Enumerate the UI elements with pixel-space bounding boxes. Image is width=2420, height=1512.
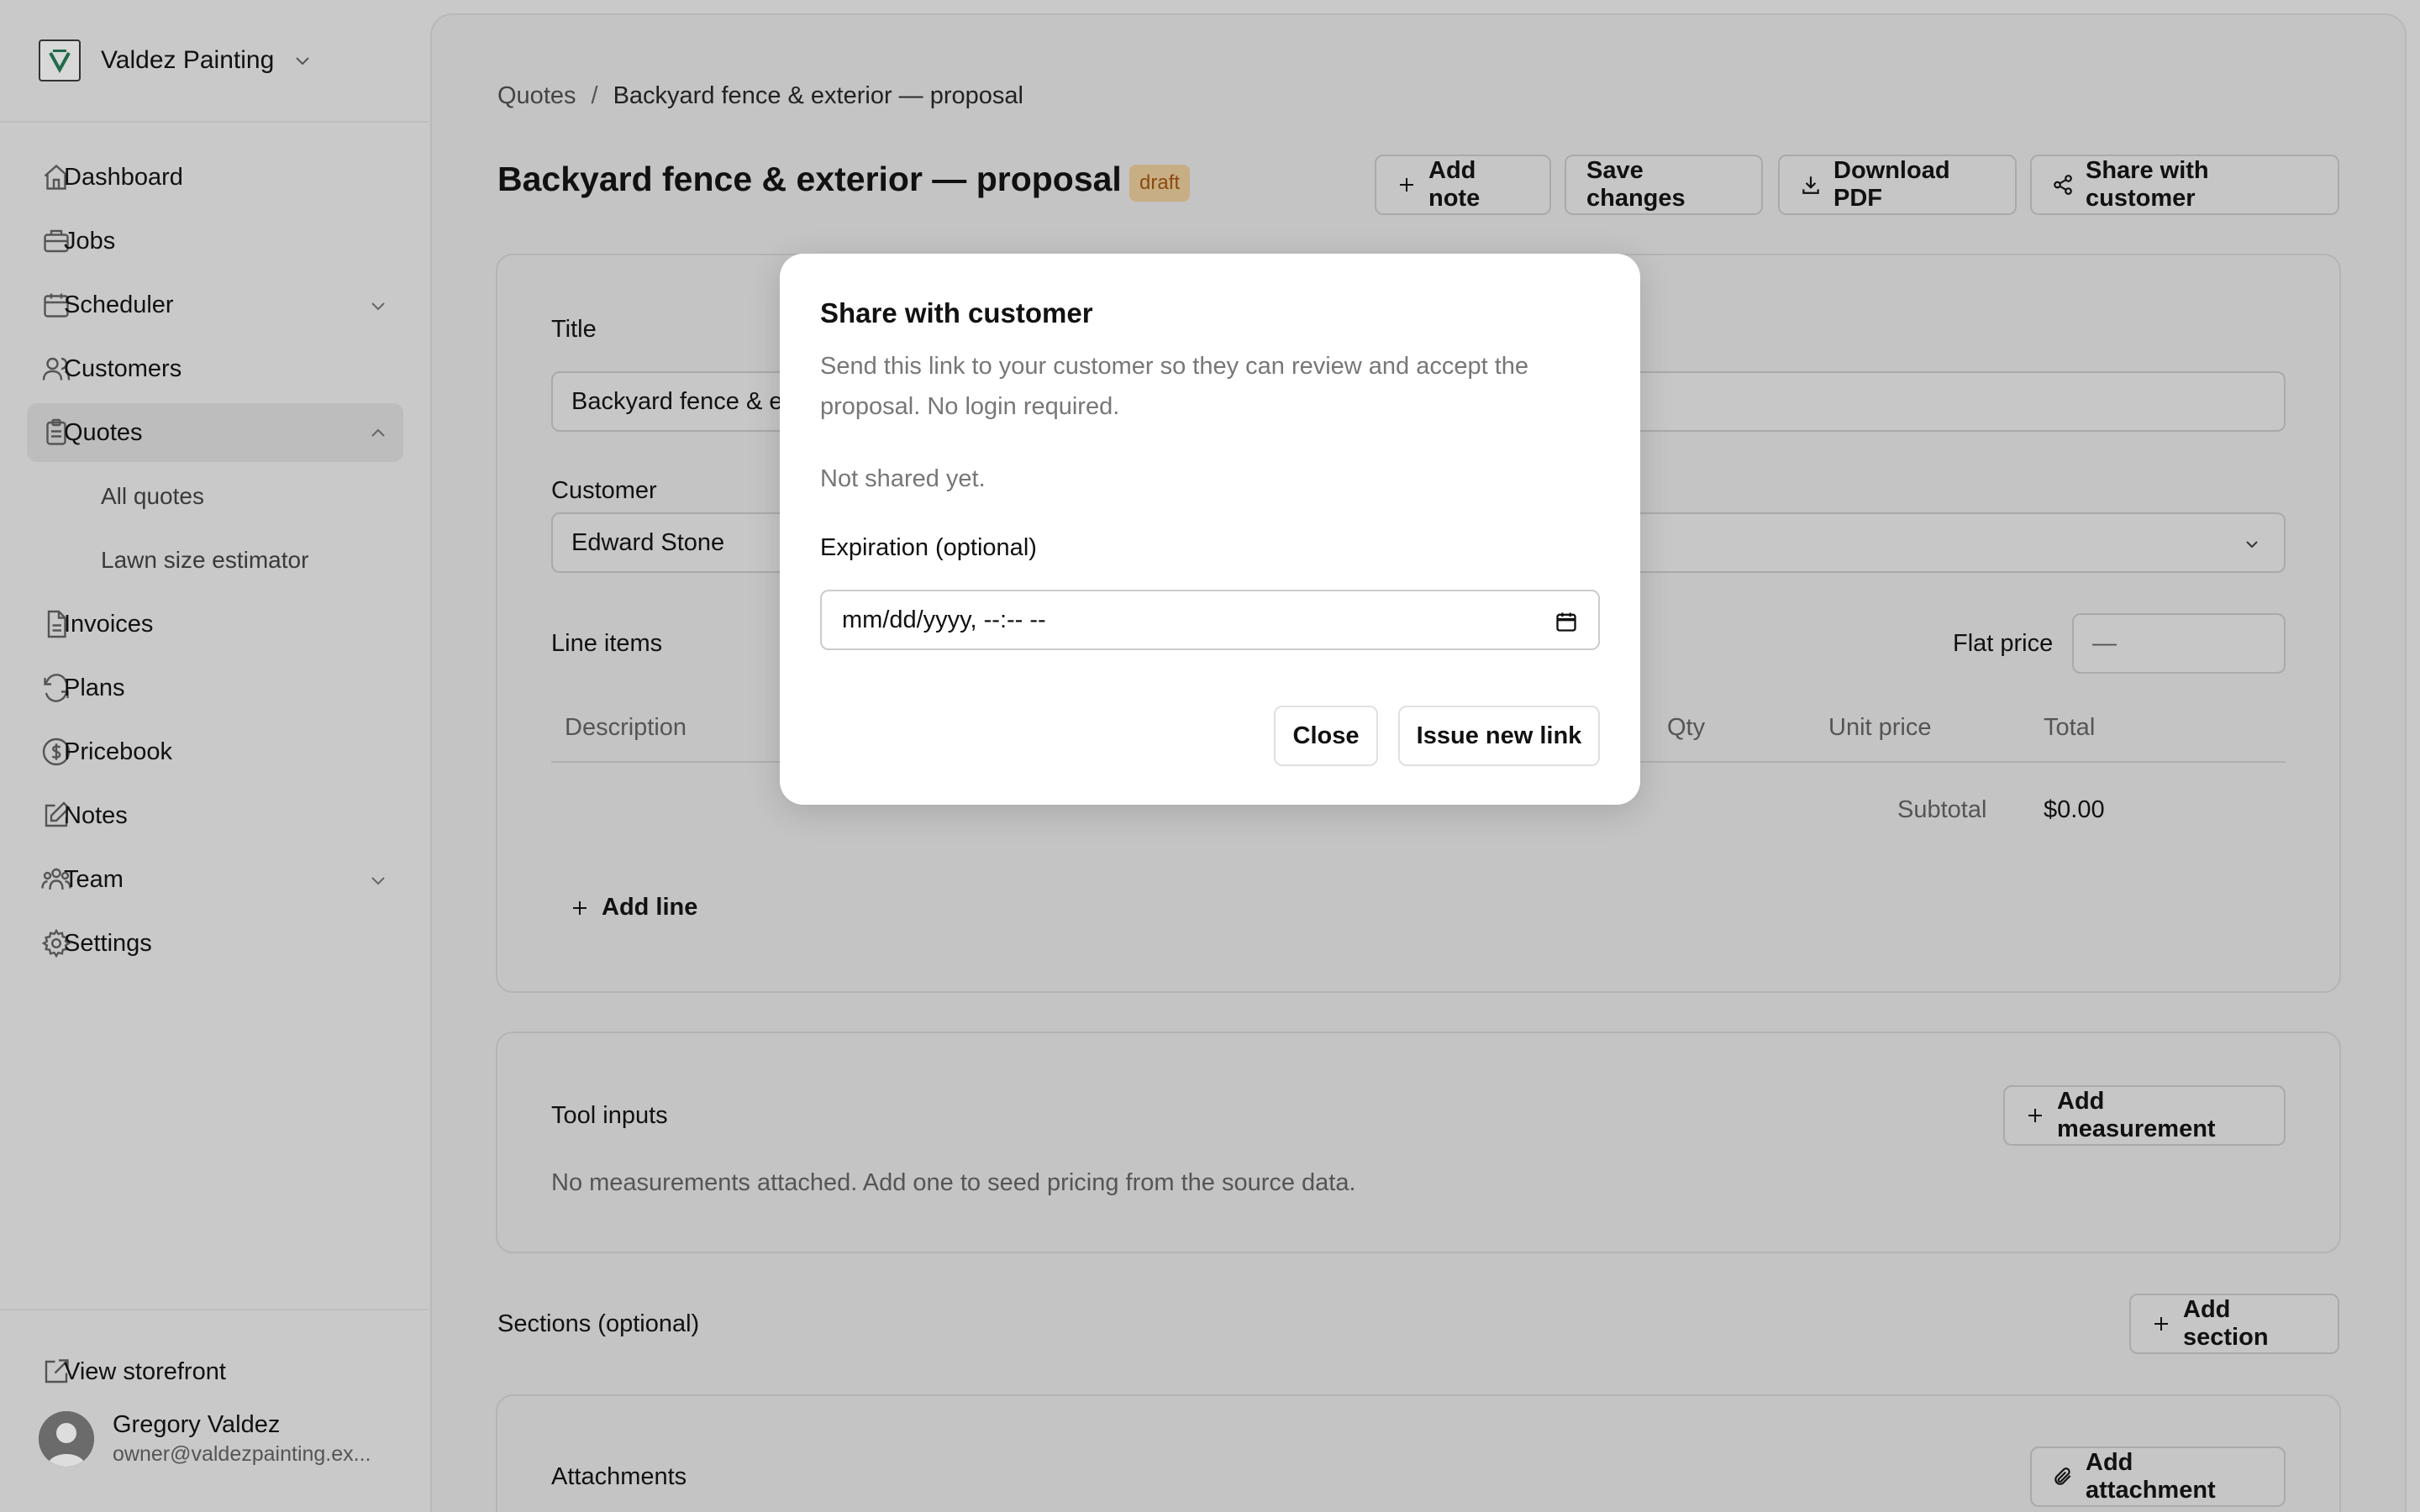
issue-new-link-button[interactable]: Issue new link	[1398, 706, 1600, 766]
expiration-datetime-input[interactable]: mm/dd/yyyy, --:-- --	[820, 590, 1600, 650]
share-dialog: Share with customer Send this link to yo…	[780, 254, 1640, 805]
dialog-title: Share with customer	[820, 297, 1093, 328]
close-button[interactable]: Close	[1274, 706, 1378, 766]
calendar-icon[interactable]	[1555, 610, 1578, 633]
expiration-label: Expiration (optional)	[820, 534, 1037, 561]
dialog-description: Send this link to your customer so they …	[820, 353, 1529, 420]
share-status-text: Not shared yet.	[820, 465, 986, 492]
expiration-placeholder: mm/dd/yyyy, --:-- --	[842, 606, 1046, 633]
